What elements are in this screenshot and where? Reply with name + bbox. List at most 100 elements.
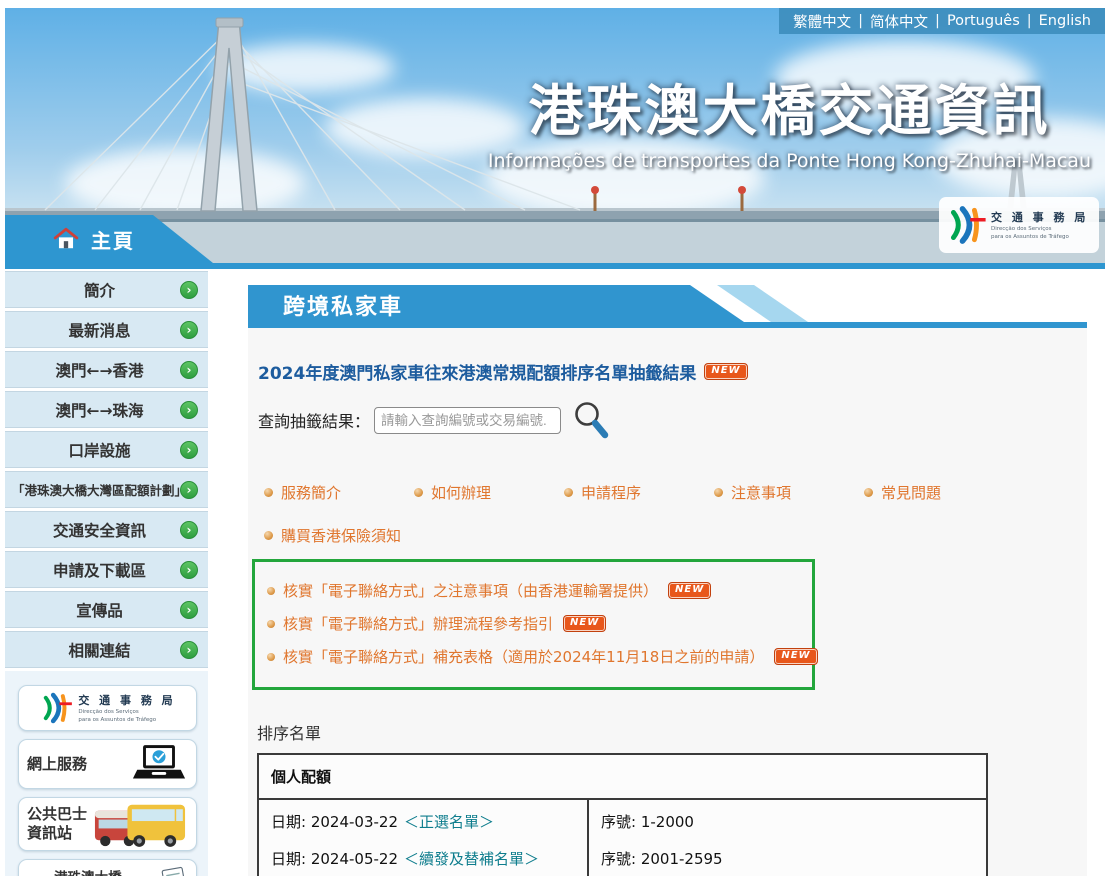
hk-insurance-link[interactable]: 購買香港保險須知 — [281, 525, 401, 546]
sidebar-item[interactable]: 澳門←→香港 › — [5, 351, 208, 388]
list-link[interactable]: ＜正選名單＞ — [404, 811, 494, 832]
chevron-right-icon: › — [180, 521, 198, 539]
ranking-table: 個人配額 日期: 2024-03-22 ＜正選名單＞ 日期: 2024-05-2… — [257, 753, 988, 876]
new-badge: NEW — [668, 582, 711, 599]
table-row-date: 日期: 2024-03-22 ＜正選名單＞ — [271, 803, 575, 840]
online-services-widget[interactable]: 網上服務 — [18, 739, 197, 789]
car-insurance-icon — [149, 862, 188, 876]
bullet-icon — [267, 653, 275, 661]
highlight-link-row: 核實「電子聯絡方式」補充表格（適用於2024年11月18日之前的申請） NEW — [267, 646, 802, 667]
laptop-check-icon — [130, 743, 188, 785]
insurance-line1: 港珠澳大橋 — [54, 870, 122, 876]
buses-icon — [92, 800, 188, 848]
quick-link-item: 常見問題 — [864, 482, 1014, 503]
chevron-right-icon: › — [180, 441, 198, 459]
quick-link-item: 服務簡介 — [264, 482, 414, 503]
site-title-block: 港珠澳大橋交通資訊 Informações de transportes da … — [488, 66, 1091, 172]
chevron-right-icon: › — [180, 561, 198, 579]
quick-link-item: 申請程序 — [564, 482, 714, 503]
sidebar-item[interactable]: 宣傳品 › — [5, 591, 208, 628]
highlight-link-row: 核實「電子聯絡方式」之注意事項（由香港運輸署提供） NEW — [267, 580, 802, 601]
highlight-link[interactable]: 核實「電子聯絡方式」補充表格（適用於2024年11月18日之前的申請） — [283, 646, 764, 667]
page-banner: 跨境私家車 — [248, 285, 1087, 328]
bullet-icon — [864, 488, 873, 497]
insurance-label: 港珠澳大橋 澳門口岸短期保險 — [27, 870, 149, 876]
bus-info-label: 公共巴士 資訊站 — [27, 805, 87, 843]
quick-link[interactable]: 常見問題 — [881, 482, 941, 503]
sidebar-item[interactable]: 交通安全資訊 › — [5, 511, 208, 548]
bus-info-line2: 資訊站 — [27, 824, 72, 842]
table-header-cell: 個人配額 — [259, 755, 986, 800]
sidebar-item-label: 申請及下載區 — [53, 559, 160, 581]
dsat-name-pt1: Direcção dos Serviços — [991, 226, 1088, 233]
language-option[interactable]: 简体中文 — [870, 11, 928, 32]
chevron-right-icon: › — [180, 321, 198, 339]
highlight-link[interactable]: 核實「電子聯絡方式」之注意事項（由香港運輸署提供） — [283, 580, 658, 601]
highlight-link-row: 核實「電子聯絡方式」辦理流程參考指引 NEW — [267, 613, 802, 634]
sidebar-nav: 簡介 › 最新消息 › 澳門←→香港 › 澳門←→珠海 › — [5, 271, 208, 876]
bus-info-widget[interactable]: 公共巴士 資訊站 — [18, 797, 197, 851]
bullet-icon — [264, 488, 273, 497]
language-option[interactable]: Português — [947, 13, 1020, 29]
date-column: 日期: 2024-03-22 ＜正選名單＞ 日期: 2024-05-22 ＜續發… — [259, 800, 587, 876]
sidebar-item[interactable]: 「港珠澳大橋大灣區配額計劃」 › — [5, 471, 208, 508]
search-row: 查詢抽籤結果： — [258, 400, 1087, 440]
quick-link-item: 注意事項 — [714, 482, 864, 503]
main-content: 跨境私家車 2024年度澳門私家車往來港澳常規配額排序名單抽籤結果 NEW 查詢… — [248, 285, 1087, 876]
sidebar-item[interactable]: 澳門←→珠海 › — [5, 391, 208, 428]
sidebar-item-label: 澳門←→珠海 — [56, 399, 158, 421]
sidebar-item-label: 相關連結 — [68, 639, 144, 661]
header-banner: 繁體中文| 简体中文| Português| English| 港珠澳大橋交通資… — [5, 8, 1105, 263]
ranking-title: 排序名單 — [257, 720, 1087, 744]
lottery-search-input[interactable] — [374, 407, 561, 434]
section-title-row: 2024年度澳門私家車往來港澳常規配額排序名單抽籤結果 NEW — [258, 359, 1087, 384]
dsat-logo-icon — [945, 202, 987, 248]
language-bar: 繁體中文| 简体中文| Português| English| — [779, 8, 1105, 34]
dsat-name-pt2: para os Assuntos de Tráfego — [991, 234, 1088, 241]
search-button[interactable] — [571, 400, 611, 440]
dsat-logo-header[interactable]: 交 通 事 務 局 Direcção dos Serviços para os … — [939, 197, 1099, 253]
language-option[interactable]: 繁體中文 — [793, 11, 851, 32]
insurance-widget[interactable]: 港珠澳大橋 澳門口岸短期保險 — [18, 859, 197, 876]
serial-label: 序號: 2001-2595 — [601, 848, 723, 869]
hk-insurance-row: 購買香港保險須知 — [264, 525, 1087, 546]
new-badge: NEW — [774, 648, 817, 665]
page: 繁體中文| 简体中文| Português| English| 港珠澳大橋交通資… — [0, 0, 1111, 876]
sidebar-item[interactable]: 簡介 › — [5, 271, 208, 308]
search-label: 查詢抽籤結果： — [258, 408, 370, 432]
sidebar-item[interactable]: 口岸設施 › — [5, 431, 208, 468]
language-option[interactable]: English — [1039, 13, 1091, 29]
dsat-logo-text: 交 通 事 務 局 Direcção dos Serviços para os … — [991, 209, 1088, 241]
serial-column: 序號: 1-2000 序號: 2001-2595 序號: 2596-3245 — [587, 800, 986, 876]
page-title: 跨境私家車 — [283, 289, 403, 321]
table-row-serial: 序號: 2001-2595 — [601, 840, 974, 876]
quick-link[interactable]: 注意事項 — [731, 482, 791, 503]
sidebar-item[interactable]: 相關連結 › — [5, 631, 208, 668]
language-separator: | — [858, 13, 863, 29]
sidebar-item[interactable]: 申請及下載區 › — [5, 551, 208, 588]
sidebar-item[interactable]: 最新消息 › — [5, 311, 208, 348]
bus-info-line1: 公共巴士 — [27, 805, 87, 823]
table-row-date: 日期: 2024-05-22 ＜續發及替補名單＞ — [271, 840, 575, 876]
dsat-logo-widget[interactable]: 交 通 事 務 局 Direcção dos Serviços para os … — [18, 685, 197, 731]
bullet-icon — [564, 488, 573, 497]
sidebar-item-label: 「港珠澳大橋大灣區配額計劃」 — [12, 480, 201, 499]
bullet-icon — [267, 587, 275, 595]
chevron-right-icon: › — [180, 641, 198, 659]
quick-link[interactable]: 服務簡介 — [281, 482, 341, 503]
dsat-logo-icon — [39, 689, 73, 727]
bullet-icon — [714, 488, 723, 497]
list-link[interactable]: ＜續發及替補名單＞ — [404, 848, 539, 869]
highlight-link[interactable]: 核實「電子聯絡方式」辦理流程參考指引 — [283, 613, 553, 634]
search-icon — [571, 400, 611, 440]
table-body: 日期: 2024-03-22 ＜正選名單＞ 日期: 2024-05-22 ＜續發… — [259, 800, 986, 876]
sidebar-item-label: 宣傳品 — [76, 599, 137, 621]
chevron-right-icon: › — [180, 281, 198, 299]
sidebar-widgets: 交 通 事 務 局 Direcção dos Serviços para os … — [5, 671, 208, 876]
chevron-right-icon: › — [180, 361, 198, 379]
quick-link[interactable]: 申請程序 — [581, 482, 641, 503]
quick-link[interactable]: 如何辦理 — [431, 482, 491, 503]
sidebar-item-label: 簡介 — [84, 279, 129, 301]
sidebar-item-label: 口岸設施 — [68, 439, 144, 461]
bullet-icon — [414, 488, 423, 497]
